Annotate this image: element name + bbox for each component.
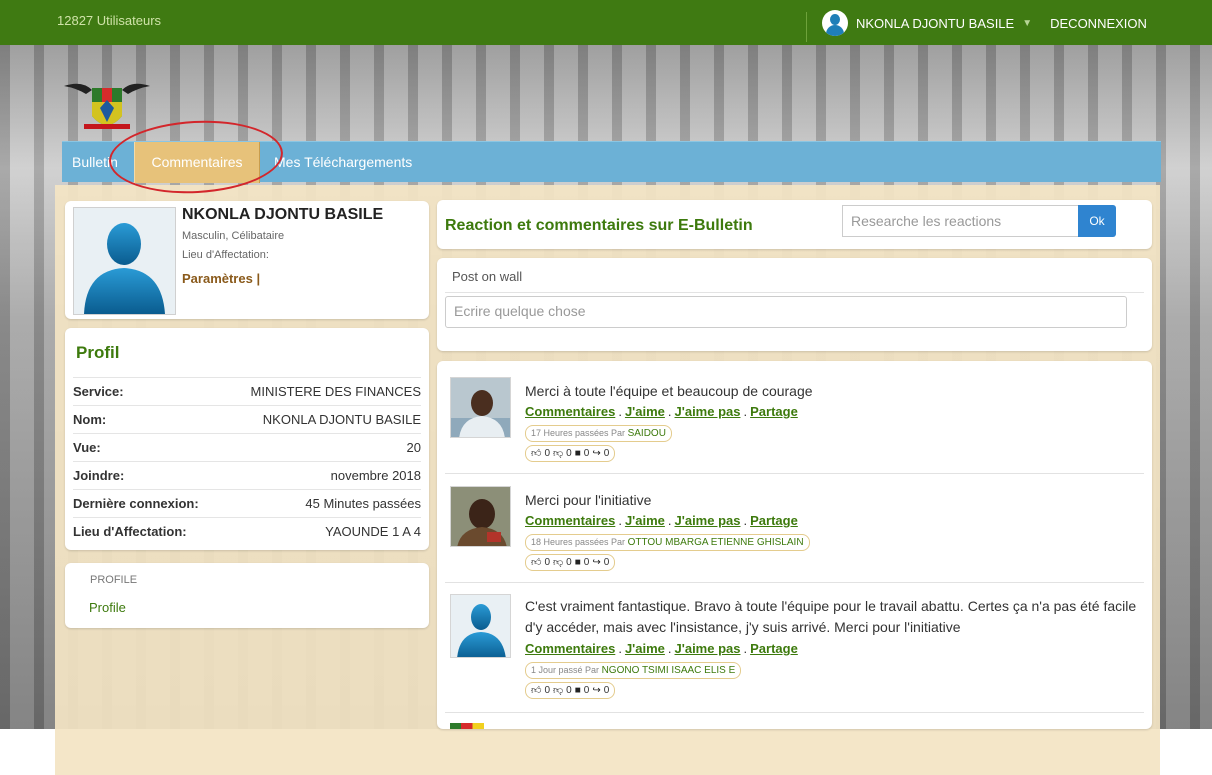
user-avatar-icon — [822, 10, 848, 36]
author-photo[interactable] — [450, 723, 484, 729]
table-row: Vue: 20 — [73, 433, 421, 462]
comment-icon[interactable]: ■ — [575, 683, 581, 698]
search-ok-button[interactable]: Ok — [1078, 205, 1116, 237]
author-photo[interactable] — [450, 486, 511, 547]
like-link[interactable]: J'aime — [625, 404, 665, 419]
post-text: Merci pour l'initiative — [525, 492, 652, 508]
user-card: NKONLA DJONTU BASILE Masculin, Célibatai… — [65, 201, 429, 319]
divider — [445, 712, 1144, 713]
post-meta: 18 Heures passées Par OTTOU MBARGA ETIEN… — [525, 534, 810, 551]
post-meta: 17 Heures passées Par SAIDOU — [525, 425, 672, 442]
comment-icon[interactable]: ■ — [575, 446, 581, 461]
divider — [806, 12, 807, 42]
user-card-affectation: Lieu d'Affectation: — [182, 249, 269, 261]
share-icon[interactable]: ↪ — [592, 683, 600, 698]
share-link[interactable]: Partage — [750, 641, 798, 656]
divider — [445, 292, 1144, 293]
comments-link[interactable]: Commentaires — [525, 404, 615, 419]
side-menu-link-profile[interactable]: Profile — [89, 600, 126, 615]
comments-link[interactable]: Commentaires — [525, 513, 615, 528]
coat-of-arms-logo[interactable] — [62, 78, 152, 138]
post-on-wall-panel: Post on wall — [437, 258, 1152, 351]
table-row: Lieu d'Affectation: YAOUNDE 1 A 4 — [73, 517, 421, 545]
post-actions: Commentaires. J'aime. J'aime pas. Partage — [525, 404, 798, 419]
table-row: Joindre: novembre 2018 — [73, 461, 421, 490]
user-card-name: NKONLA DJONTU BASILE — [182, 206, 384, 223]
post-text: Merci à toute l'équipe et beaucoup de co… — [525, 383, 813, 399]
post-stats: 👍︎ 0 👎︎ 0 ■ 0 ↪ 0 — [525, 445, 616, 462]
comments-feed: Merci à toute l'équipe et beaucoup de co… — [437, 361, 1152, 729]
logout-link[interactable]: DECONNEXION — [1050, 16, 1147, 31]
list-item: C'est vraiment fantastique. Bravo à tout… — [437, 582, 1152, 713]
share-link[interactable]: Partage — [750, 404, 798, 419]
post-actions: Commentaires. J'aime. J'aime pas. Partage — [525, 513, 798, 528]
table-row: Service: MINISTERE DES FINANCES — [73, 377, 421, 406]
thumbs-up-icon[interactable]: 👍︎ — [531, 555, 541, 570]
person-silhouette-icon — [84, 223, 165, 314]
profile-title: Profil — [76, 343, 120, 362]
author-link[interactable]: NGONO TSIMI ISAAC ELIS E — [602, 665, 736, 676]
author-link[interactable]: OTTOU MBARGA ETIENNE GHISLAIN — [628, 537, 804, 548]
post-textarea[interactable] — [445, 296, 1127, 328]
post-meta: 1 Jour passé Par NGONO TSIMI ISAAC ELIS … — [525, 662, 742, 679]
settings-link[interactable]: Paramètres | — [182, 271, 260, 286]
list-item: Merci à toute l'équipe et beaucoup de co… — [437, 361, 1152, 474]
profile-photo — [73, 207, 176, 315]
top-bar: 12827 Utilisateurs NKONLA DJONTU BASILE … — [0, 0, 1212, 45]
thumbs-down-icon[interactable]: 👎︎ — [553, 683, 563, 698]
user-name[interactable]: NKONLA DJONTU BASILE — [856, 16, 1014, 31]
like-link[interactable]: J'aime — [625, 641, 665, 656]
profile-table: Service: MINISTERE DES FINANCES Nom: NKONL… — [73, 377, 421, 545]
dislike-link[interactable]: J'aime pas — [675, 404, 741, 419]
post-on-wall-label: Post on wall — [452, 269, 523, 284]
author-photo[interactable] — [450, 377, 511, 438]
post-text: C'est vraiment fantastique. Bravo à tout… — [525, 598, 1137, 635]
dislike-link[interactable]: J'aime pas — [675, 513, 741, 528]
share-icon[interactable]: ↪ — [592, 446, 600, 461]
list-item: Merci pour l'initiative Commentaires. J'a… — [437, 470, 1152, 583]
comments-link[interactable]: Commentaires — [525, 641, 615, 656]
author-photo[interactable] — [450, 594, 511, 658]
users-count: 12827 Utilisateurs — [57, 13, 162, 28]
table-row: Nom: NKONLA DJONTU BASILE — [73, 405, 421, 434]
tab-mes-telechargements[interactable]: Mes Téléchargements — [274, 142, 412, 183]
user-menu[interactable]: NKONLA DJONTU BASILE ▼ DECONNEXION — [822, 10, 1147, 36]
feed-title: Reaction et commentaires sur E-Bulletin — [445, 217, 753, 234]
dislike-link[interactable]: J'aime pas — [675, 641, 741, 656]
post-stats: 👍︎ 0 👎︎ 0 ■ 0 ↪ 0 — [525, 682, 616, 699]
share-icon[interactable]: ↪ — [592, 555, 600, 570]
user-card-meta: Masculin, Célibataire — [182, 230, 285, 242]
thumbs-down-icon[interactable]: 👎︎ — [553, 446, 563, 461]
thumbs-up-icon[interactable]: 👍︎ — [531, 446, 541, 461]
post-actions: Commentaires. J'aime. J'aime pas. Partage — [525, 641, 798, 656]
feed-header: Reaction et commentaires sur E-Bulletin … — [437, 200, 1152, 249]
chevron-down-icon[interactable]: ▼ — [1022, 18, 1032, 29]
search-reactions-input[interactable] — [842, 205, 1078, 237]
comment-icon[interactable]: ■ — [575, 555, 581, 570]
side-menu-header: PROFILE — [90, 574, 138, 586]
side-menu: PROFILE Profile — [65, 563, 429, 628]
author-link[interactable]: SAIDOU — [628, 428, 666, 439]
thumbs-up-icon[interactable]: 👍︎ — [531, 683, 541, 698]
profile-panel: Profil Service: MINISTERE DES FINANCES No… — [65, 328, 429, 550]
share-link[interactable]: Partage — [750, 513, 798, 528]
like-link[interactable]: J'aime — [625, 513, 665, 528]
table-row: Dernière connexion: 45 Minutes passées — [73, 489, 421, 518]
post-stats: 👍︎ 0 👎︎ 0 ■ 0 ↪ 0 — [525, 554, 616, 571]
thumbs-down-icon[interactable]: 👎︎ — [553, 555, 563, 570]
